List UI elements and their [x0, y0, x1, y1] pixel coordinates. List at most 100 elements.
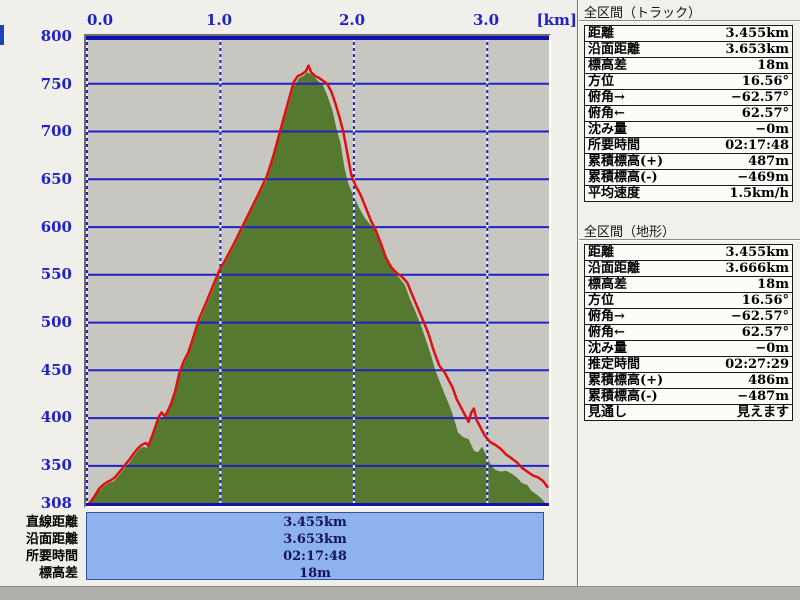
stats-table-row: 俯角→ −62.57° — [584, 308, 793, 325]
stat-value: 3.653km — [688, 41, 793, 58]
summary-row-label: 直線距離 — [25, 515, 78, 530]
stats-table-row: 距離 3.455km — [585, 245, 793, 261]
stats-table-row: 平均速度 1.5km/h — [584, 185, 793, 202]
y-tick-label: 550 — [40, 265, 72, 283]
y-tick-label: 350 — [40, 456, 72, 474]
stat-value: −487m — [688, 388, 793, 405]
elevation-plot — [84, 34, 551, 508]
stat-value: 18m — [688, 276, 793, 293]
stat-value: −0m — [688, 340, 793, 357]
y-tick-label: 800 — [40, 27, 72, 45]
y-tick-label: 500 — [40, 313, 72, 331]
stats-table-row: 俯角← 62.57° — [584, 105, 793, 122]
stat-label: 平均速度 — [584, 185, 689, 202]
stats-table-row: 距離 3.455km — [585, 26, 793, 42]
stats-table-row: 俯角← 62.57° — [584, 324, 793, 341]
x-tick-label: 2.0 — [338, 11, 366, 29]
x-axis-unit-label: [km] — [536, 11, 577, 29]
summary-row-value: 3.653km — [283, 532, 347, 547]
stats-table-row: 標高差 18m — [584, 276, 793, 293]
stat-value: 486m — [688, 372, 793, 389]
y-tick-label: 308 — [40, 494, 72, 512]
stat-label: 距離 — [588, 26, 615, 41]
stat-value: 02:27:29 — [688, 356, 793, 373]
y-tick-label: 650 — [40, 170, 72, 188]
stats-table-row: 沈み量 −0m — [584, 340, 793, 357]
panel-title-track-rule — [579, 20, 800, 22]
stats-table-row: 方位 16.56° — [584, 292, 793, 309]
stats-table-row: 沈み量 −0m — [584, 121, 793, 138]
stats-table-row: 俯角→ −62.57° — [584, 89, 793, 106]
summary-row-value: 18m — [299, 566, 331, 581]
stat-label: 標高差 — [584, 57, 689, 74]
stat-label: 沈み量 — [584, 121, 689, 138]
bottom-strip — [0, 586, 800, 600]
stat-value: 見えます — [688, 404, 793, 421]
info-panel: 全区間（トラック） 距離 3.455km 沿面距離 3.653km 標高差 18m 方位 16… — [579, 0, 800, 600]
stats-table-row: 沿面距離 3.653km — [584, 41, 793, 58]
stat-value: 16.56° — [688, 292, 793, 309]
stat-value: 487m — [688, 153, 793, 170]
panel-title-track: 全区間（トラック） — [584, 6, 702, 21]
elevation-plot-svg — [86, 36, 549, 506]
panel-title-terrain-rule — [579, 239, 800, 241]
y-tick-label: 600 — [40, 218, 72, 236]
stats-table-row: 累積標高(+) 487m — [584, 153, 793, 170]
x-tick-label: 1.0 — [205, 11, 233, 29]
stat-value: 3.666km — [688, 260, 793, 277]
stat-label: 見通し — [584, 404, 689, 421]
stat-label: 方位 — [584, 73, 689, 90]
stat-label: 標高差 — [584, 276, 689, 293]
stats-table-row: 所要時間 02:17:48 — [584, 137, 793, 154]
stat-label: 沿面距離 — [584, 260, 689, 277]
stat-label: 距離 — [588, 245, 615, 260]
stat-value: 02:17:48 — [688, 137, 793, 154]
stat-label: 推定時間 — [584, 356, 689, 373]
stat-label: 方位 — [584, 292, 689, 309]
elevation-profile-window: 800 750 700 650 600 550 500 450 400 350 308 0.0 1.0… — [0, 0, 800, 600]
summary-value-box: 3.455km 3.653km 02:17:48 18m — [86, 512, 544, 581]
stat-label: 累積標高(+) — [584, 153, 689, 170]
stats-table-row: 累積標高(-) −487m — [584, 388, 793, 405]
stats-table-row: 推定時間 02:27:29 — [584, 356, 793, 373]
track-stats-table: 距離 3.455km 沿面距離 3.653km 標高差 18m 方位 16.56° 俯角→ −62… — [584, 25, 793, 202]
stats-table-row: 標高差 18m — [584, 57, 793, 74]
stat-label: 累積標高(-) — [584, 169, 689, 186]
summary-row-value: 3.455km — [283, 515, 347, 530]
stats-table-row: 累積標高(-) −469m — [584, 169, 793, 186]
top-frame-bar — [86, 36, 549, 40]
stat-value: −62.57° — [688, 89, 793, 106]
x-tick-label: 0.0 — [86, 11, 114, 29]
stat-value: 18m — [688, 57, 793, 74]
terrain-stats-table: 距離 3.455km 沿面距離 3.666km 標高差 18m 方位 16.56° 俯角→ −62… — [584, 244, 793, 421]
stat-value: 62.57° — [688, 105, 793, 122]
panel-title-terrain: 全区間（地形） — [584, 225, 676, 240]
stat-value: 3.455km — [725, 26, 789, 41]
stat-value: 1.5km/h — [688, 185, 793, 202]
stat-label: 所要時間 — [584, 137, 689, 154]
stats-table-row: 方位 16.56° — [584, 73, 793, 90]
x-tick-label: 3.0 — [472, 11, 500, 29]
stat-label: 沈み量 — [584, 340, 689, 357]
y-tick-label: 450 — [40, 361, 72, 379]
stats-table-row: 沿面距離 3.666km — [584, 260, 793, 277]
stat-label: 累積標高(-) — [584, 388, 689, 405]
stat-value: −62.57° — [688, 308, 793, 325]
stat-label: 俯角→ — [584, 89, 689, 106]
summary-row-label: 標高差 — [38, 566, 78, 581]
stat-label: 俯角← — [584, 324, 689, 341]
stat-value: 62.57° — [688, 324, 793, 341]
stat-value: 16.56° — [688, 73, 793, 90]
summary-row-value: 02:17:48 — [283, 549, 347, 564]
stat-value: −469m — [688, 169, 793, 186]
stat-label: 俯角→ — [584, 308, 689, 325]
stat-value: −0m — [688, 121, 793, 138]
stat-label: 俯角← — [584, 105, 689, 122]
stat-label: 沿面距離 — [584, 41, 689, 58]
bottom-frame-bar — [86, 503, 549, 506]
summary-row-label: 沿面距離 — [25, 532, 78, 547]
y-tick-label: 700 — [40, 122, 72, 140]
y-tick-label: 750 — [40, 75, 72, 93]
stats-table-row: 見通し 見えます — [584, 404, 793, 421]
stat-label: 累積標高(+) — [584, 372, 689, 389]
